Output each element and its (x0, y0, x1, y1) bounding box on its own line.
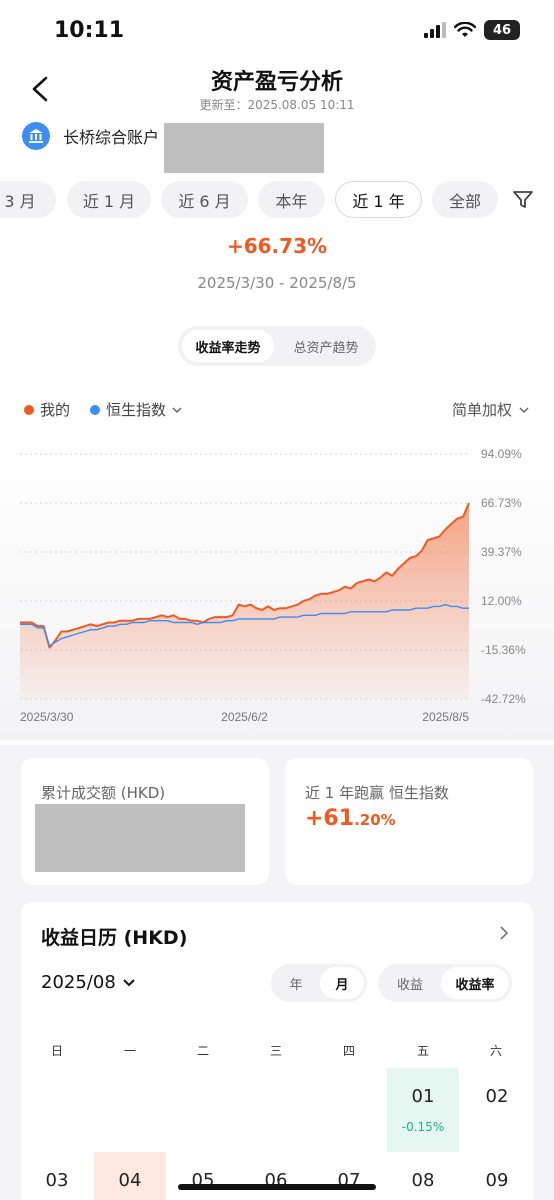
top-panel: 10:11 46 资产盈亏分析 更新至：2025.08.05 10:11 长桥综… (0, 0, 554, 745)
metric-toggle: 收益 收益率 (378, 964, 512, 1002)
chevron-down-icon (519, 406, 529, 413)
page-title: 资产盈亏分析 (210, 70, 343, 95)
calendar-day-03[interactable]: 03 (21, 1170, 93, 1191)
month-label: 2025/08 (41, 972, 116, 993)
tab-label: 3 月 (4, 191, 36, 211)
total-assets-tab[interactable]: 总资产趋势 (280, 330, 372, 362)
tab-label: 近 1 月 (82, 191, 136, 211)
calendar-title: 收益日历 (HKD) (41, 927, 188, 949)
turnover-card[interactable]: 累计成交额 (HKD) (21, 758, 269, 885)
beat-decimal: .20% (354, 811, 396, 829)
x-tick-label: 2025/6/2 (221, 710, 268, 724)
metric-profit[interactable]: 收益 (381, 967, 439, 999)
turnover-label: 累计成交额 (HKD) (41, 784, 166, 802)
beat-label: 近 1 年跑赢 恒生指数 (305, 784, 449, 802)
beat-main: +61 (305, 806, 355, 831)
calendar-day-04[interactable]: 04 (94, 1170, 166, 1191)
weekday-fri: 五 (416, 1044, 429, 1058)
redacted-account-number (164, 123, 324, 173)
tab-label: 近 6 月 (178, 191, 231, 211)
day-number: 01 (411, 1086, 435, 1107)
weekday-thu: 四 (342, 1044, 355, 1058)
weekday-wed: 三 (269, 1044, 282, 1058)
x-tick-label: 2025/3/30 (20, 710, 74, 724)
chevron-down-icon (123, 978, 135, 986)
total-return-percent: +66.73% (226, 234, 328, 258)
x-tick-label: 2025/8/5 (422, 710, 469, 724)
scope-year[interactable]: 年 (274, 967, 318, 999)
return-chart: 94.09% 66.73% 39.37% 12.00% -15.36% -42.72% 20… (0, 440, 554, 740)
tab-3-month[interactable]: 3 月 (0, 181, 56, 218)
home-indicator[interactable] (178, 1184, 376, 1190)
y-tick-label: 39.37% (481, 545, 522, 559)
weighting-selector[interactable]: 简单加权 (452, 399, 530, 420)
calendar-day-08[interactable]: 08 (387, 1170, 459, 1191)
date-range: 2025/3/30 - 2025/8/5 (197, 274, 357, 292)
day-return: -0.15% (401, 1120, 445, 1134)
filter-button[interactable] (512, 190, 534, 214)
mine-dot-icon (24, 404, 34, 415)
legend-index[interactable]: 恒生指数 (106, 399, 166, 420)
filter-funnel-icon (513, 191, 533, 208)
update-time: 更新至：2025.08.05 10:11 (199, 98, 355, 112)
legend-mine: 我的 (40, 401, 71, 419)
tab-label: 全部 (448, 191, 481, 211)
weekday-sat: 六 (489, 1044, 502, 1058)
tab-1-month[interactable]: 近 1 月 (67, 181, 151, 218)
month-selector[interactable]: 2025/08 (41, 972, 136, 993)
redacted-turnover-amount (35, 804, 245, 872)
weekday-sun: 日 (50, 1044, 63, 1058)
status-icons: 46 (424, 20, 520, 40)
chevron-down-icon[interactable] (171, 405, 183, 415)
y-tick-label: -15.36% (481, 643, 526, 657)
weekday-mon: 一 (123, 1044, 136, 1058)
beat-index-card[interactable]: 近 1 年跑赢 恒生指数 +61.20% (285, 758, 533, 885)
tab-label: 近 1 年 (352, 191, 405, 211)
tab-ytd[interactable]: 本年 (258, 181, 325, 218)
battery-indicator: 46 (484, 20, 520, 40)
scope-month[interactable]: 月 (320, 967, 364, 999)
account-name: 长桥综合账户 (63, 128, 160, 147)
chart-mode-toggle: 收益率走势 总资产趋势 (178, 326, 376, 366)
tab-all[interactable]: 全部 (432, 181, 498, 218)
scope-toggle: 年 月 (271, 964, 367, 1002)
calendar-day-09[interactable]: 09 (461, 1170, 533, 1191)
y-tick-label: 12.00% (481, 594, 522, 608)
y-tick-label: 94.09% (481, 447, 522, 461)
index-dot-icon (90, 404, 101, 415)
weekday-tue: 二 (196, 1044, 209, 1058)
calendar-day-02[interactable]: 02 (461, 1086, 533, 1107)
account-row[interactable]: 长桥综合账户 (22, 122, 159, 150)
period-tabs: 3 月 近 1 月 近 6 月 本年 近 1 年 全部 (0, 181, 554, 219)
y-tick-label: 66.73% (481, 496, 522, 510)
cellular-signal-icon (424, 22, 446, 38)
wifi-icon (454, 22, 476, 37)
bank-icon (22, 122, 50, 150)
metric-return-rate[interactable]: 收益率 (441, 967, 509, 999)
calendar-more-button[interactable] (497, 924, 511, 946)
chart-legend: 我的 恒生指数 (24, 399, 183, 420)
status-time: 10:11 (54, 18, 125, 43)
status-bar: 10:11 46 (0, 0, 554, 62)
profit-calendar: 收益日历 (HKD) 2025/08 年 月 收益 收益率 日 一 二 三 四 … (21, 902, 533, 1200)
chevron-right-icon (500, 926, 509, 940)
weighting-label: 简单加权 (451, 401, 512, 419)
beat-value: +61.20% (305, 806, 396, 831)
calendar-day-01[interactable]: 01 -0.15% (387, 1068, 459, 1152)
tab-label: 本年 (275, 191, 308, 211)
return-trend-tab[interactable]: 收益率走势 (182, 330, 274, 362)
tab-6-month[interactable]: 近 6 月 (161, 181, 248, 218)
y-tick-label: -42.72% (481, 692, 526, 706)
tab-1-year[interactable]: 近 1 年 (335, 181, 422, 218)
